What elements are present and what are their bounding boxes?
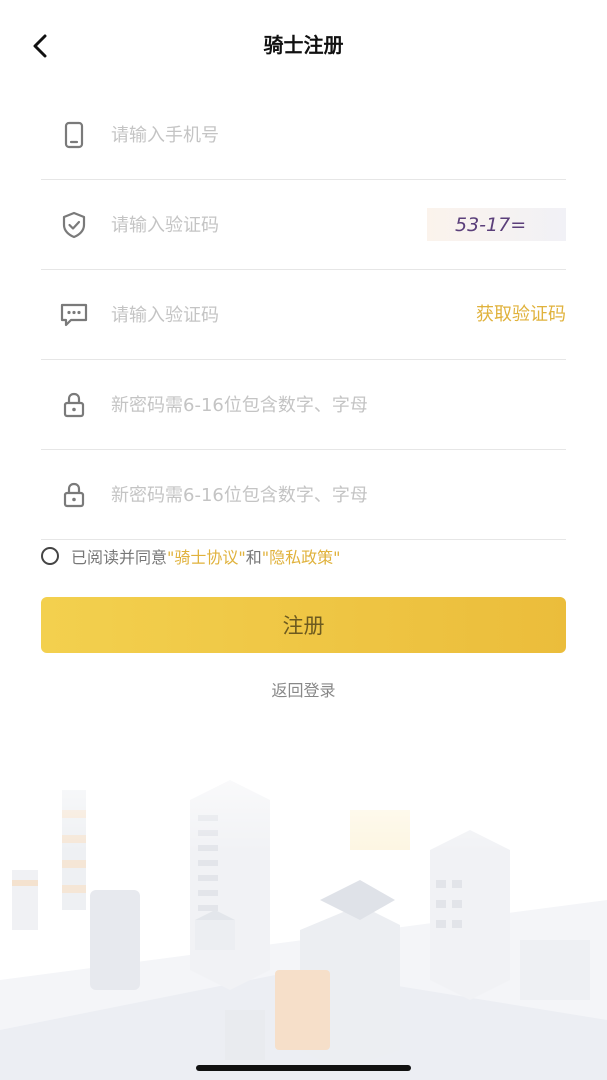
lock-icon — [59, 480, 89, 510]
password-confirm-row — [41, 450, 566, 540]
agreement-prefix: 已阅读并同意 — [71, 548, 168, 567]
password-confirm-input[interactable] — [111, 476, 411, 514]
register-button[interactable]: 注册 — [41, 597, 566, 653]
shield-check-icon — [59, 210, 89, 240]
sms-code-row: 获取验证码 — [41, 270, 566, 360]
message-icon — [59, 300, 89, 330]
lock-icon — [59, 390, 89, 420]
captcha-text: 53-17= — [455, 214, 526, 236]
password-input[interactable] — [111, 386, 411, 424]
image-code-row: 53-17= — [41, 180, 566, 270]
phone-row — [41, 90, 566, 180]
agreement-and: 和 — [245, 548, 262, 567]
nav-bar: 骑士注册 — [0, 0, 607, 90]
rider-agreement-link[interactable]: "骑士协议" — [167, 544, 246, 568]
phone-icon — [59, 120, 89, 150]
phone-input[interactable] — [111, 116, 411, 154]
back-to-login-link[interactable]: 返回登录 — [0, 677, 607, 701]
password-row — [41, 360, 566, 450]
home-indicator — [196, 1065, 411, 1071]
page-title: 骑士注册 — [263, 33, 344, 57]
privacy-policy-link[interactable]: "隐私政策" — [262, 544, 341, 568]
city-illustration — [0, 730, 607, 1080]
agreement-row: 已阅读并同意 "骑士协议" 和 "隐私政策" — [41, 543, 341, 569]
captcha-image[interactable]: 53-17= — [427, 208, 566, 241]
sms-code-input[interactable] — [111, 296, 411, 334]
image-code-input[interactable] — [111, 206, 411, 244]
agreement-checkbox[interactable] — [41, 547, 59, 565]
get-code-button[interactable]: 获取验证码 — [476, 300, 566, 330]
register-form: 53-17= 获取验证码 — [41, 90, 566, 540]
